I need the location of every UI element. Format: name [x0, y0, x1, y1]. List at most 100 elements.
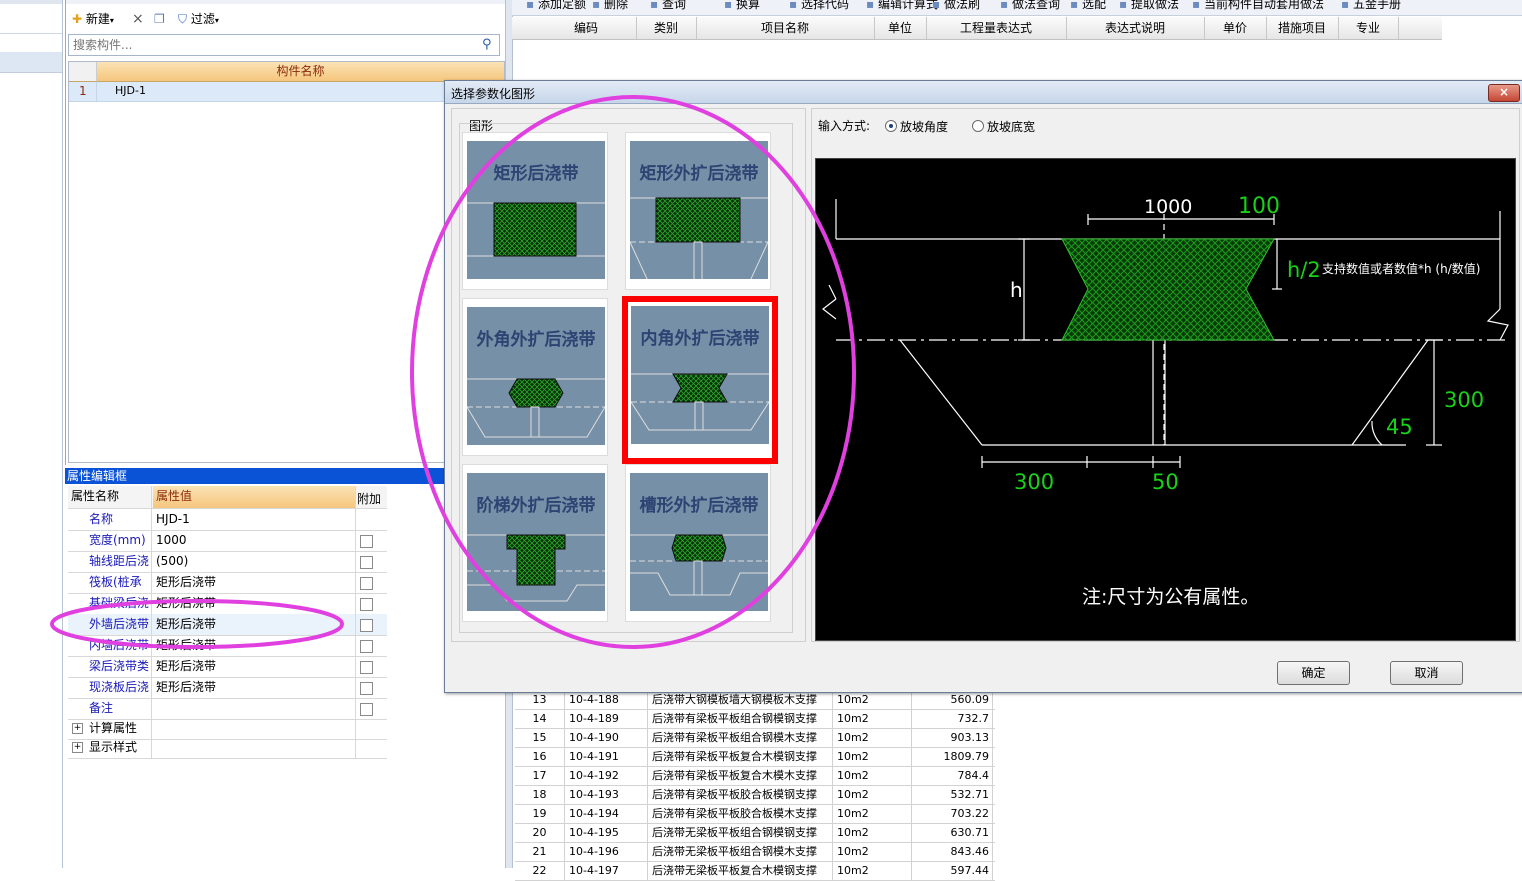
- property-value[interactable]: 矩形后浇带: [153, 656, 356, 677]
- ok-button[interactable]: 确定: [1277, 661, 1350, 685]
- property-value[interactable]: 矩形后浇带: [153, 614, 356, 635]
- toolbar-button-brush[interactable]: ▪ 做法刷: [932, 0, 980, 12]
- left-navigation-strip: [0, 0, 63, 868]
- shape-tile-rect-ext[interactable]: 矩形外扩后浇带: [625, 132, 771, 290]
- property-checkbox[interactable]: [360, 682, 373, 695]
- property-value-header: 属性值: [153, 486, 356, 508]
- component-name-header[interactable]: 构件名称: [97, 62, 504, 82]
- property-row[interactable]: 备注: [68, 698, 387, 720]
- property-row[interactable]: 基础梁后浇 矩形后浇带: [68, 593, 387, 615]
- table-row[interactable]: 13 10-4-188 后浇带大钢模板墙大钢模板木支撑 10m2 560.09: [515, 690, 995, 710]
- shape-thumbnail: 矩形后浇带: [467, 141, 605, 279]
- shape-tile-step[interactable]: 阶梯外扩后浇带: [462, 464, 608, 622]
- column-header[interactable]: 工程量表达式: [926, 17, 1067, 39]
- table-row[interactable]: 14 10-4-189 后浇带有梁板平板组合钢模钢支撑 10m2 732.7: [515, 709, 995, 729]
- property-checkbox[interactable]: [360, 640, 373, 653]
- property-row[interactable]: 内墙后浇带 矩形后浇带: [68, 635, 387, 657]
- delete-button[interactable]: ×: [132, 10, 144, 28]
- nav-strip-item-active[interactable]: [0, 52, 62, 73]
- cell-code: 10-4-194: [566, 804, 648, 823]
- property-checkbox[interactable]: [360, 535, 373, 548]
- property-row[interactable]: 梁后浇带类 矩形后浇带: [68, 656, 387, 678]
- column-header[interactable]: 项目名称: [696, 17, 875, 39]
- column-header[interactable]: 编码: [536, 17, 637, 39]
- table-row[interactable]: 18 10-4-193 后浇带有梁板平板胶合板模钢支撑 10m2 532.71: [515, 785, 995, 805]
- dim-h2-label: h/2: [1287, 258, 1321, 282]
- toolbar-button-auto-apply[interactable]: ▪ 当前构件自动套用做法: [1192, 0, 1324, 12]
- cell-code: 10-4-192: [566, 766, 648, 785]
- shape-tile-groove[interactable]: 槽形外扩后浇带: [625, 464, 771, 622]
- property-checkbox[interactable]: [360, 703, 373, 716]
- property-value[interactable]: 矩形后浇带: [153, 572, 356, 593]
- cell-unit: 10m2: [834, 842, 912, 861]
- toolbar-button-plus[interactable]: ▪ 添加定额: [526, 0, 586, 12]
- cell-no: 20: [515, 823, 565, 842]
- toolbar-button-query[interactable]: ▪ 做法查询: [1000, 0, 1060, 12]
- table-row[interactable]: 21 10-4-196 后浇带无梁板平板组合钢模木支撑 10m2 843.46: [515, 842, 995, 862]
- toolbar-button-delete[interactable]: ▪ 删除: [592, 0, 628, 12]
- shape-thumbnail: 槽形外扩后浇带: [630, 473, 768, 611]
- property-value[interactable]: [153, 698, 356, 719]
- shape-thumbnail: 矩形外扩后浇带: [630, 141, 768, 279]
- expand-icon[interactable]: +: [72, 742, 83, 753]
- property-name-header: 属性名称: [68, 486, 152, 508]
- cancel-button[interactable]: 取消: [1390, 661, 1463, 685]
- shape-tile-rect[interactable]: 矩形后浇带: [462, 132, 608, 290]
- property-checkbox[interactable]: [360, 577, 373, 590]
- column-header[interactable]: 单位: [874, 17, 927, 39]
- column-header[interactable]: 专业: [1338, 17, 1399, 39]
- dim-depth-label: 300: [1444, 388, 1484, 412]
- property-row[interactable]: 宽度(mm) 1000: [68, 530, 387, 552]
- toolbar-button-calc[interactable]: ▪ 编辑计算式: [866, 0, 938, 12]
- property-checkbox[interactable]: [360, 556, 373, 569]
- shape-tile-inner-angle[interactable]: 内角外扩后浇带: [622, 296, 778, 464]
- property-checkbox[interactable]: [360, 661, 373, 674]
- table-row[interactable]: 1 HJD-1: [69, 82, 504, 102]
- copy-button[interactable]: ❐: [154, 10, 165, 28]
- property-value[interactable]: 矩形后浇带: [153, 635, 356, 656]
- toolbar-button-code[interactable]: ▪ 选择代码: [789, 0, 849, 12]
- property-value[interactable]: HJD-1: [153, 509, 356, 530]
- property-checkbox[interactable]: [360, 619, 373, 632]
- expand-icon[interactable]: +: [72, 723, 83, 734]
- property-checkbox[interactable]: [360, 598, 373, 611]
- property-row[interactable]: 名称 HJD-1: [68, 509, 387, 531]
- column-header[interactable]: 表达式说明: [1066, 17, 1205, 39]
- property-value[interactable]: (500): [153, 551, 356, 572]
- toolbar-button-search[interactable]: ▪ 查询: [650, 0, 686, 12]
- cell-unit: 10m2: [834, 823, 912, 842]
- cell-price: 630.71: [913, 823, 993, 842]
- column-header[interactable]: 单价: [1204, 17, 1267, 39]
- cell-no: 22: [515, 861, 565, 880]
- table-row[interactable]: 15 10-4-190 后浇带有梁板平板组合钢模木支撑 10m2 903.13: [515, 728, 995, 748]
- column-header[interactable]: 措施项目: [1266, 17, 1339, 39]
- property-row[interactable]: 现浇板后浇 矩形后浇带: [68, 677, 387, 699]
- search-icon[interactable]: ⚲: [482, 37, 498, 53]
- book-icon: ▪: [1341, 0, 1353, 11]
- table-row[interactable]: 20 10-4-195 后浇带无梁板平板组合钢模钢支撑 10m2 630.71: [515, 823, 995, 843]
- shape-thumbnail: 内角外扩后浇带: [631, 306, 769, 444]
- property-row[interactable]: 轴线距后浇 (500): [68, 551, 387, 573]
- component-search-input[interactable]: [68, 34, 500, 56]
- new-button[interactable]: ✚ 新建▾: [72, 10, 114, 28]
- table-row[interactable]: 19 10-4-194 后浇带有梁板平板胶合板模木支撑 10m2 703.22: [515, 804, 995, 824]
- toolbar-button-convert[interactable]: ▪ 换算: [724, 0, 760, 12]
- table-row[interactable]: 17 10-4-192 后浇带有梁板平板复合木模木支撑 10m2 784.4: [515, 766, 995, 786]
- property-row[interactable]: 筏板(桩承 矩形后浇带: [68, 572, 387, 594]
- property-value[interactable]: 1000: [153, 530, 356, 551]
- cell-no: 15: [515, 728, 565, 747]
- filter-button[interactable]: ⛉ 过滤▾: [178, 10, 219, 28]
- shape-tile-outer-angle[interactable]: 外角外扩后浇带: [462, 298, 608, 456]
- column-header[interactable]: 类别: [636, 17, 697, 39]
- property-row[interactable]: 外墙后浇带 矩形后浇带: [68, 614, 387, 636]
- toolbar-button-extract[interactable]: ▪ 提取做法: [1119, 0, 1179, 12]
- table-row[interactable]: 22 10-4-197 后浇带无梁板平板复合木模钢支撑 10m2 597.44: [515, 861, 995, 881]
- property-value[interactable]: 矩形后浇带: [153, 593, 356, 614]
- toolbar-button-match[interactable]: ▪ 选配: [1070, 0, 1106, 12]
- group-display-style[interactable]: + 显示样式: [68, 737, 387, 759]
- toolbar-button-book[interactable]: ▪ 五金手册: [1341, 0, 1401, 12]
- nav-strip-item[interactable]: [0, 13, 62, 34]
- table-row[interactable]: 16 10-4-191 后浇带有梁板平板复合木模钢支撑 10m2 1809.79: [515, 747, 995, 767]
- property-value[interactable]: 矩形后浇带: [153, 677, 356, 698]
- close-button[interactable]: ×: [1488, 84, 1520, 102]
